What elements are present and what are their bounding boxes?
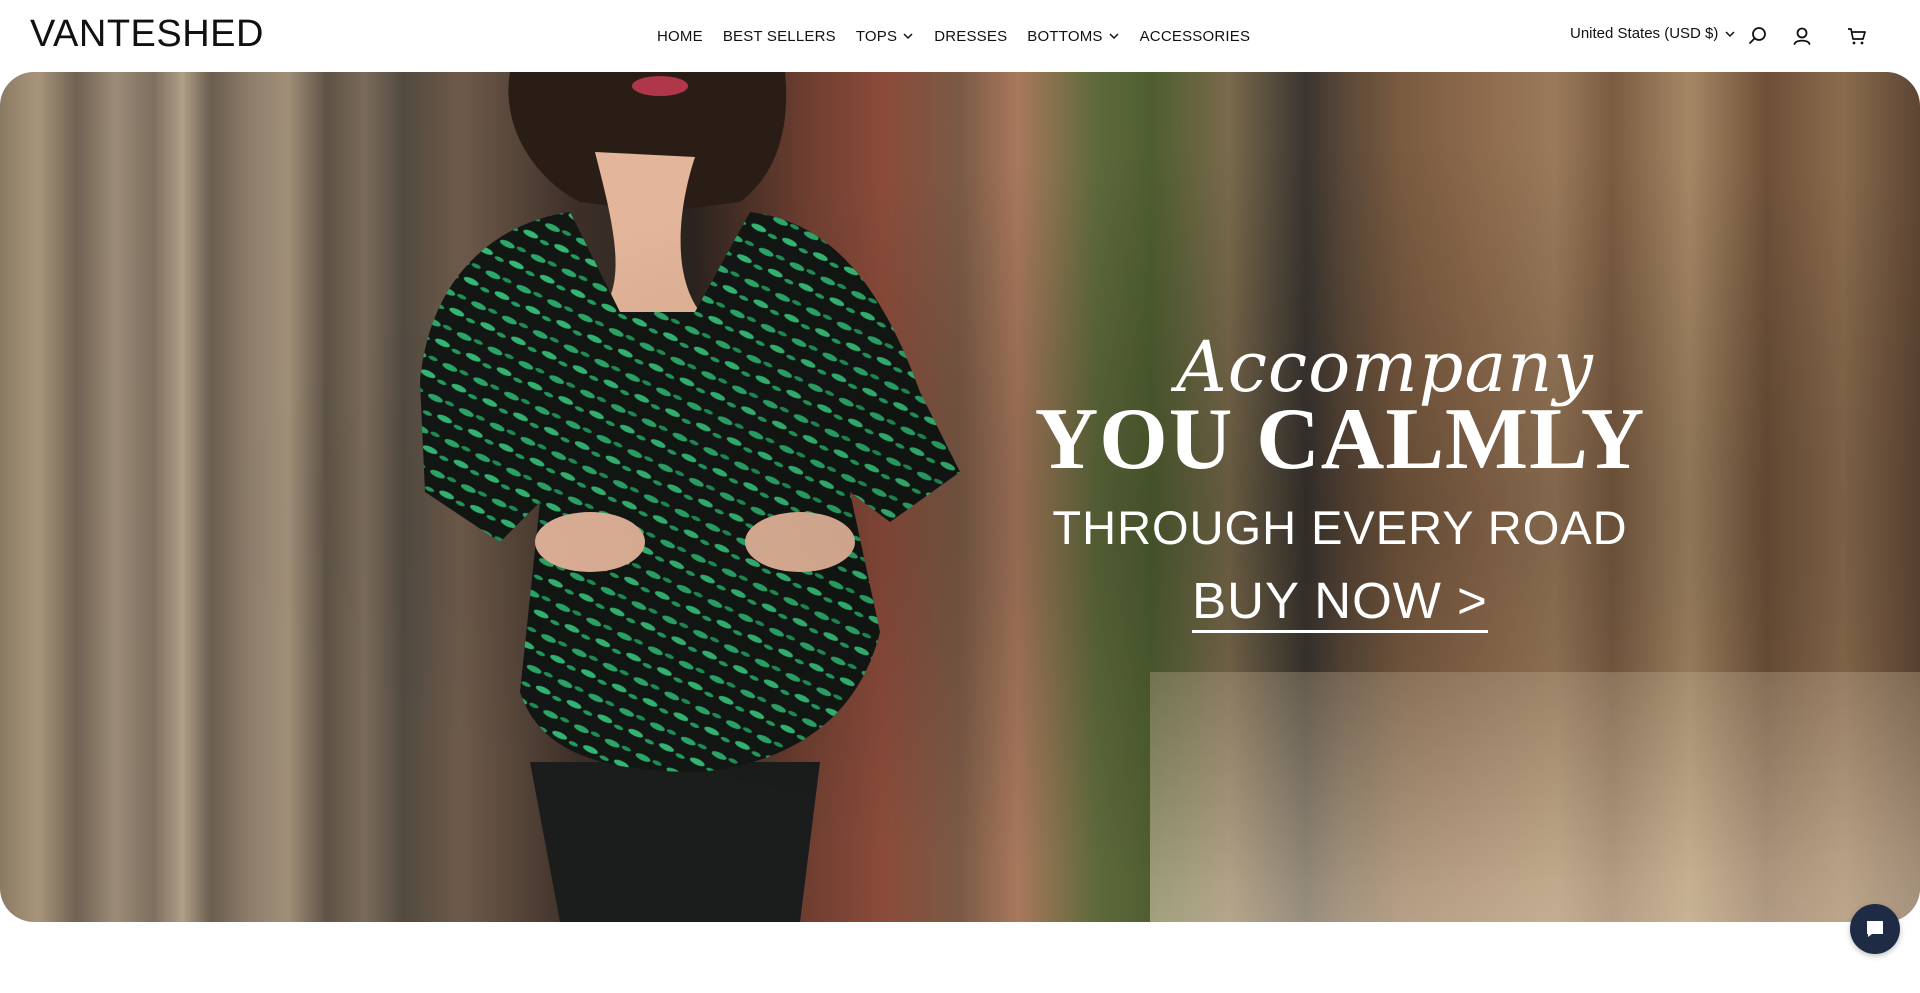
- nav-item-accessories[interactable]: ACCESSORIES: [1140, 28, 1251, 45]
- chevron-down-icon: [1109, 33, 1119, 40]
- nav-item-tops[interactable]: TOPS: [856, 28, 914, 45]
- currency-selector[interactable]: United States (USD $): [1570, 25, 1736, 42]
- currency-label: United States (USD $): [1570, 25, 1719, 42]
- nav-item-home[interactable]: HOME: [657, 28, 703, 45]
- hero-banner: Accompany YOU CALMLY THROUGH EVERY ROAD …: [0, 72, 1920, 922]
- site-header: VANTESHED HOME BEST SELLERS TOPS DRESSES…: [0, 0, 1920, 72]
- nav-item-best-sellers[interactable]: BEST SELLERS: [723, 28, 836, 45]
- chat-button[interactable]: [1850, 904, 1900, 954]
- main-nav: HOME BEST SELLERS TOPS DRESSES BOTTOMS A…: [657, 0, 1270, 72]
- search-icon[interactable]: [1746, 24, 1770, 48]
- nav-item-label: HOME: [657, 27, 703, 45]
- nav-item-label: ACCESSORIES: [1139, 27, 1251, 45]
- nav-item-label: TOPS: [855, 27, 898, 45]
- nav-item-label: BEST SELLERS: [722, 27, 836, 45]
- account-icon[interactable]: [1790, 24, 1814, 48]
- nav-item-bottoms[interactable]: BOTTOMS: [1027, 28, 1119, 45]
- brand-logo[interactable]: VANTESHED: [30, 13, 264, 56]
- nav-item-dresses[interactable]: DRESSES: [934, 28, 1007, 45]
- nav-item-label: BOTTOMS: [1027, 27, 1103, 45]
- hero-text-block: Accompany YOU CALMLY THROUGH EVERY ROAD …: [1030, 332, 1650, 633]
- chat-icon: [1867, 921, 1883, 937]
- cart-icon[interactable]: [1845, 24, 1869, 48]
- chevron-down-icon: [1725, 30, 1735, 37]
- hero-headline: YOU CALMLY: [1034, 391, 1646, 488]
- hero-subheadline: THROUGH EVERY ROAD: [1052, 501, 1628, 554]
- chevron-down-icon: [903, 33, 913, 40]
- buy-now-button[interactable]: BUY NOW >: [1192, 575, 1488, 633]
- nav-item-label: DRESSES: [934, 27, 1008, 45]
